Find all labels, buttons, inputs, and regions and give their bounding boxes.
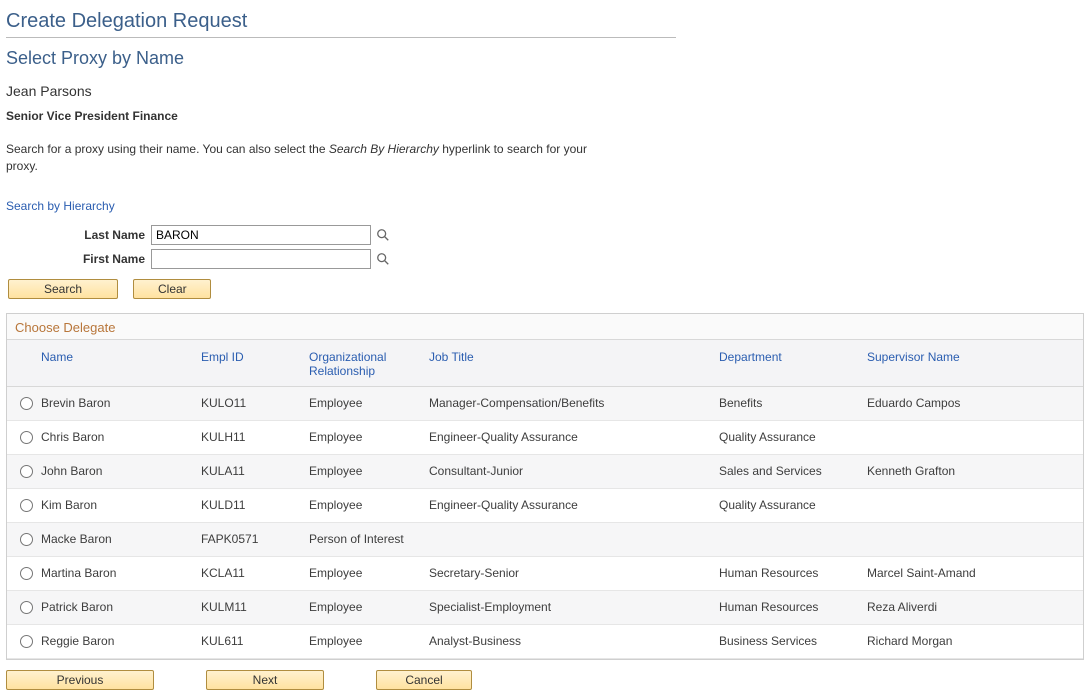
grid-title: Choose Delegate [7, 314, 1083, 340]
cell-org: Employee [301, 420, 421, 454]
cell-job: Manager-Compensation/Benefits [421, 386, 711, 420]
cancel-button[interactable]: Cancel [376, 670, 472, 690]
row-select-radio[interactable] [20, 397, 33, 410]
row-select-radio[interactable] [20, 601, 33, 614]
cell-sup: Reza Aliverdi [859, 590, 1083, 624]
cell-org: Employee [301, 454, 421, 488]
cell-empl: KULM11 [193, 590, 301, 624]
cell-dept: Human Resources [711, 590, 859, 624]
lookup-icon[interactable] [375, 227, 391, 243]
instruction-link-ref: Search By Hierarchy [329, 142, 439, 156]
col-dept[interactable]: Department [711, 340, 859, 387]
table-row: Brevin BaronKULO11EmployeeManager-Compen… [7, 386, 1083, 420]
cell-org: Employee [301, 386, 421, 420]
cell-empl: KULH11 [193, 420, 301, 454]
cell-name: Kim Baron [33, 488, 193, 522]
previous-button[interactable]: Previous [6, 670, 154, 690]
cell-empl: KCLA11 [193, 556, 301, 590]
col-empl[interactable]: Empl ID [193, 340, 301, 387]
cell-sup [859, 522, 1083, 556]
cell-job [421, 522, 711, 556]
next-button[interactable]: Next [206, 670, 324, 690]
table-row: Reggie BaronKUL611EmployeeAnalyst-Busine… [7, 624, 1083, 658]
cell-dept: Quality Assurance [711, 488, 859, 522]
cell-name: Reggie Baron [33, 624, 193, 658]
cell-org: Employee [301, 488, 421, 522]
row-select-radio[interactable] [20, 431, 33, 444]
cell-org: Employee [301, 624, 421, 658]
row-select-radio[interactable] [20, 635, 33, 648]
cell-org: Person of Interest [301, 522, 421, 556]
row-select-radio[interactable] [20, 465, 33, 478]
cell-sup: Eduardo Campos [859, 386, 1083, 420]
row-select-radio[interactable] [20, 567, 33, 580]
table-row: Patrick BaronKULM11EmployeeSpecialist-Em… [7, 590, 1083, 624]
divider [6, 37, 676, 38]
lookup-icon[interactable] [375, 251, 391, 267]
cell-empl: KULD11 [193, 488, 301, 522]
col-job[interactable]: Job Title [421, 340, 711, 387]
cell-sup: Richard Morgan [859, 624, 1083, 658]
person-name: Jean Parsons [6, 83, 676, 99]
col-org[interactable]: Organizational Relationship [301, 340, 421, 387]
cell-empl: KULO11 [193, 386, 301, 420]
person-title: Senior Vice President Finance [6, 109, 676, 123]
cell-job: Analyst-Business [421, 624, 711, 658]
cell-org: Employee [301, 590, 421, 624]
cell-job: Specialist-Employment [421, 590, 711, 624]
last-name-label: Last Name [6, 228, 151, 242]
table-row: Chris BaronKULH11EmployeeEngineer-Qualit… [7, 420, 1083, 454]
cell-dept: Human Resources [711, 556, 859, 590]
cell-sup [859, 488, 1083, 522]
cell-name: Chris Baron [33, 420, 193, 454]
cell-sup: Kenneth Grafton [859, 454, 1083, 488]
first-name-label: First Name [6, 252, 151, 266]
search-button[interactable]: Search [8, 279, 118, 299]
last-name-input[interactable] [151, 225, 371, 245]
page-title: Create Delegation Request [6, 10, 676, 33]
table-row: Kim BaronKULD11EmployeeEngineer-Quality … [7, 488, 1083, 522]
cell-empl: KULA11 [193, 454, 301, 488]
table-row: John BaronKULA11EmployeeConsultant-Junio… [7, 454, 1083, 488]
cell-name: Macke Baron [33, 522, 193, 556]
col-name[interactable]: Name [33, 340, 193, 387]
cell-job: Engineer-Quality Assurance [421, 420, 711, 454]
row-select-radio[interactable] [20, 499, 33, 512]
table-row: Martina BaronKCLA11EmployeeSecretary-Sen… [7, 556, 1083, 590]
cell-name: Patrick Baron [33, 590, 193, 624]
cell-name: John Baron [33, 454, 193, 488]
cell-name: Brevin Baron [33, 386, 193, 420]
cell-empl: KUL611 [193, 624, 301, 658]
cell-dept: Sales and Services [711, 454, 859, 488]
cell-sup [859, 420, 1083, 454]
cell-job: Engineer-Quality Assurance [421, 488, 711, 522]
cell-job: Secretary-Senior [421, 556, 711, 590]
cell-dept [711, 522, 859, 556]
section-title: Select Proxy by Name [6, 48, 676, 69]
instruction-before: Search for a proxy using their name. You… [6, 142, 329, 156]
clear-button[interactable]: Clear [133, 279, 211, 299]
instruction-text: Search for a proxy using their name. You… [6, 141, 606, 175]
first-name-input[interactable] [151, 249, 371, 269]
cell-dept: Benefits [711, 386, 859, 420]
cell-dept: Quality Assurance [711, 420, 859, 454]
row-select-radio[interactable] [20, 533, 33, 546]
search-by-hierarchy-link[interactable]: Search by Hierarchy [6, 199, 115, 213]
cell-name: Martina Baron [33, 556, 193, 590]
col-sup[interactable]: Supervisor Name [859, 340, 1083, 387]
cell-org: Employee [301, 556, 421, 590]
delegate-grid: Choose Delegate Name Empl ID Organizatio… [6, 313, 1084, 660]
cell-job: Consultant-Junior [421, 454, 711, 488]
cell-sup: Marcel Saint-Amand [859, 556, 1083, 590]
cell-empl: FAPK0571 [193, 522, 301, 556]
cell-dept: Business Services [711, 624, 859, 658]
table-row: Macke BaronFAPK0571Person of Interest [7, 522, 1083, 556]
